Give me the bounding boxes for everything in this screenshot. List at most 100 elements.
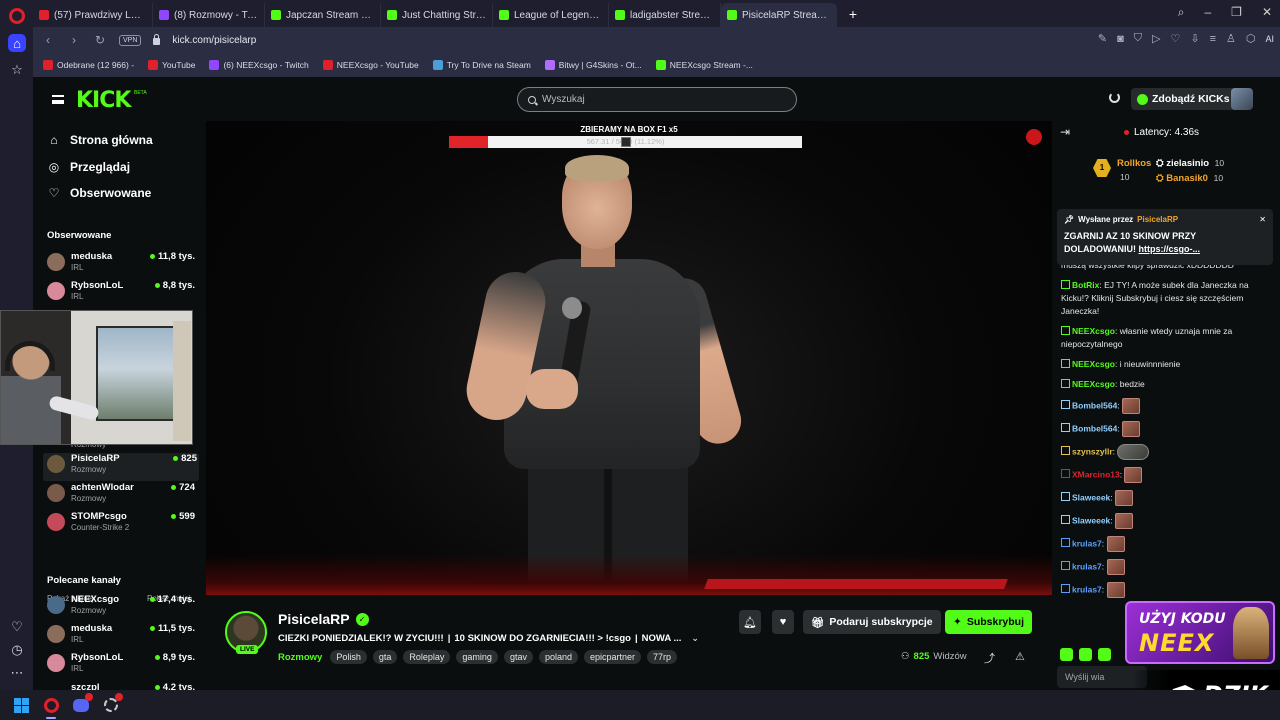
more-icon[interactable]: ⋯ [8, 664, 26, 682]
channel-item[interactable]: PisicelaRP Rozmowy 825 [43, 453, 199, 481]
channel-item[interactable]: RybsonLoL IRL 8,8 tys. [47, 280, 197, 308]
user-avatar[interactable] [1231, 88, 1253, 110]
chevron-down-icon[interactable]: ⌄ [691, 633, 699, 644]
chat-username[interactable]: NEEXcsgo [1072, 359, 1115, 369]
refresh-icon[interactable] [1109, 92, 1120, 103]
follow-heart-icon[interactable]: ♥ [772, 610, 794, 634]
streamer-name[interactable]: PisicelaRP [278, 611, 350, 627]
chat-username[interactable]: Bombel564 [1072, 423, 1117, 433]
chat-username[interactable]: krulas7 [1072, 538, 1102, 548]
close-icon[interactable]: ✕ [1262, 5, 1272, 20]
emote-picker-icon[interactable] [1060, 648, 1073, 661]
bookmark-item[interactable]: YouTube [148, 60, 195, 70]
bookmark-item[interactable]: NEEXcsgo - YouTube [322, 60, 419, 70]
search-tabs-icon[interactable]: ⌕ [1178, 5, 1185, 20]
tab-4[interactable]: Just Chatting Streaming [381, 3, 493, 27]
settings-taskbar-icon[interactable] [102, 693, 123, 714]
maximize-icon[interactable]: ❐ [1231, 5, 1242, 20]
tab-2[interactable]: (8) Rozmowy - Twitch [153, 3, 265, 27]
notification-bell-icon[interactable]: 🔔︎ [739, 610, 761, 634]
forward-icon[interactable]: › [67, 33, 81, 47]
pinned-author[interactable]: PisicelaRP [1137, 215, 1178, 224]
get-kicks-button[interactable]: Zdobądź KICKs [1131, 88, 1236, 110]
heart-icon[interactable]: ♡ [1170, 32, 1180, 45]
bookmark-item[interactable]: Odebrane (12 966) - [43, 60, 134, 70]
extensions-icon[interactable]: ⬡ [1246, 32, 1256, 45]
chat-messages[interactable]: muszą wszystkie klipy sprawdzić xDDDDDDD… [1061, 261, 1275, 599]
top-gifter-3[interactable]: ⛭ Banasik0 10 [1156, 173, 1223, 184]
shield-icon[interactable]: ⛉ [1134, 32, 1142, 45]
emote-icon[interactable] [1098, 648, 1111, 661]
chat-username[interactable]: szynszyllr [1072, 446, 1113, 456]
opera-taskbar-icon[interactable] [42, 696, 60, 719]
report-icon[interactable]: ⚠ [1015, 650, 1025, 663]
lock-icon[interactable] [153, 34, 161, 45]
new-tab-button[interactable]: + [843, 4, 863, 24]
download-icon[interactable]: ⇩ [1190, 32, 1199, 45]
play-icon[interactable]: ▷ [1152, 32, 1160, 45]
discord-taskbar-icon[interactable] [72, 693, 93, 714]
nav-following[interactable]: ♡ Obserwowane [48, 186, 152, 200]
home-icon[interactable]: ⌂ [8, 34, 26, 52]
minimize-icon[interactable]: – [1204, 5, 1211, 20]
chat-username[interactable]: Slaweeek [1072, 515, 1110, 525]
star-icon[interactable]: ☆ [8, 61, 26, 79]
chat-username[interactable]: NEEXcsgo [1072, 326, 1115, 336]
share-icon[interactable]: ⤴ [984, 650, 995, 666]
bookmark-item[interactable]: (6) NEEXcsgo - Twitch [209, 60, 309, 70]
stream-tag[interactable]: Roleplay [403, 650, 451, 664]
bookmark-item[interactable]: NEEXcsgo Stream -... [655, 60, 753, 70]
edit-icon[interactable]: ✎ [1098, 32, 1107, 45]
camera-icon[interactable]: ◙ [1117, 33, 1124, 45]
chat-username[interactable]: Bombel564 [1072, 400, 1117, 410]
url-field[interactable]: kick.com/pisicelarp [172, 35, 256, 46]
top-gifter-2[interactable]: ⛭ zielasinio 10 [1156, 158, 1224, 169]
video-player[interactable]: ZBIERAMY NA BOX F1 x5 567.31 / 5000 (11.… [206, 121, 1052, 595]
pinned-message[interactable]: 📌︎ Wysłane przez PisicelaRP ✕ ZGARNIJ AZ… [1057, 209, 1273, 265]
tab-1[interactable]: (57) Prawdziwy Lombard [33, 3, 153, 27]
emote-icon[interactable] [1079, 648, 1092, 661]
chat-username[interactable]: Slaweeek [1072, 492, 1110, 502]
search-box[interactable] [517, 87, 797, 112]
channel-item[interactable]: achtenWlodar Rozmowy 724 [47, 482, 197, 510]
kick-logo[interactable]: KICK [76, 88, 131, 113]
chat-username[interactable]: krulas7 [1072, 561, 1102, 571]
stream-tag[interactable]: poland [538, 650, 578, 664]
subscribe-button[interactable]: ✦ Subskrybuj [945, 610, 1032, 634]
reload-icon[interactable]: ↻ [93, 33, 107, 47]
chat-username[interactable]: XMarcino13 [1072, 469, 1120, 479]
stream-tag[interactable]: Polish [330, 650, 367, 664]
stream-tag[interactable]: gta [372, 650, 398, 664]
windows-start-icon[interactable] [12, 696, 30, 714]
back-icon[interactable]: ‹ [41, 33, 55, 47]
collapse-chat-icon[interactable]: ⇥ [1060, 125, 1070, 139]
chat-username[interactable]: BotRix [1072, 280, 1099, 290]
channel-item-partial[interactable]: szczpl 4,2 tys. [47, 682, 197, 690]
gift-sub-button[interactable]: 🎁︎ Podaruj subskrypcje [803, 610, 941, 634]
profile-icon[interactable]: ♙ [1226, 32, 1236, 45]
pinned-link[interactable]: https://csgo-... [1139, 244, 1201, 254]
heart-icon[interactable]: ♡ [8, 618, 26, 636]
tab-3[interactable]: Japczan Stream - Wat [265, 3, 381, 27]
tab-7[interactable]: PisicelaRP Stream - W [721, 3, 837, 27]
stream-tag[interactable]: epicpartner [583, 650, 642, 664]
category-link[interactable]: Rozmowy [278, 652, 322, 663]
tab-6[interactable]: ladigabster Stream - [609, 3, 721, 27]
nav-browse[interactable]: ◎ Przeglądaj [48, 160, 130, 174]
unpin-icon[interactable]: ✕ [1259, 215, 1266, 224]
channel-item[interactable]: meduska IRL 11,5 tys. [47, 623, 197, 651]
channel-item[interactable]: meduska IRL 11,8 tys. [47, 251, 197, 279]
hamburger-menu-icon[interactable] [52, 95, 64, 104]
bookmark-item[interactable]: Bitwy | G4Skins - Ot... [544, 60, 642, 70]
nav-home[interactable]: ⌂ Strona główna [48, 133, 152, 147]
vpn-badge[interactable]: VPN [119, 34, 142, 46]
menu-icon[interactable]: ≡ [1210, 33, 1216, 45]
search-input[interactable] [542, 94, 772, 105]
stream-tag[interactable]: gaming [456, 650, 498, 664]
channel-item[interactable]: RybsonLoL IRL 8,9 tys. [47, 652, 197, 680]
ai-button[interactable]: AI [1265, 34, 1274, 44]
channel-item[interactable]: STOMPcsgo Counter-Strike 2 599 [47, 511, 197, 539]
tab-5[interactable]: League of Legends Stream [493, 3, 609, 27]
history-icon[interactable]: ◷ [8, 641, 26, 659]
bookmark-item[interactable]: Try To Drive na Steam [432, 60, 531, 70]
